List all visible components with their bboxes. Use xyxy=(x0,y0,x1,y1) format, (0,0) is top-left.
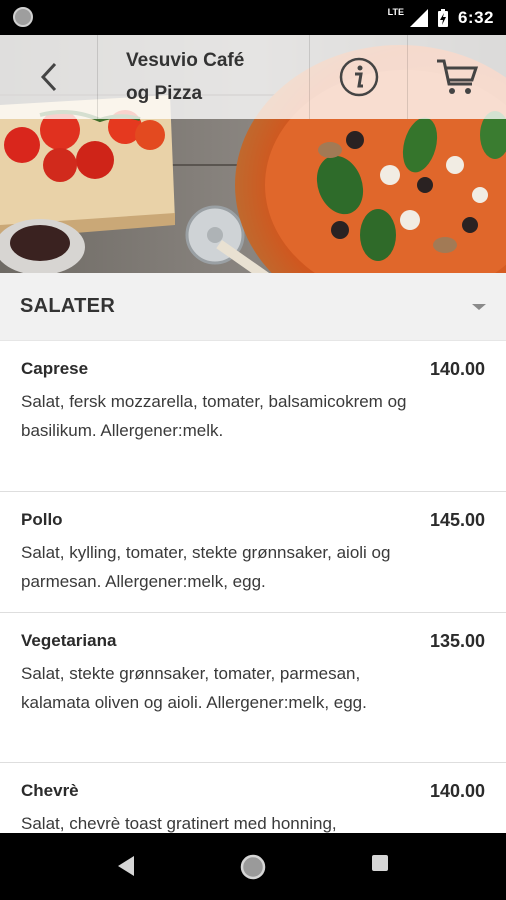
signal-icon xyxy=(409,8,428,27)
item-price: 145.00 xyxy=(429,510,485,530)
menu-item[interactable]: Vegetariana 135.00 Salat, stekte grønnsa… xyxy=(0,613,506,763)
menu-list: Caprese 140.00 Salat, fersk mozzarella, … xyxy=(0,341,506,833)
item-description: Salat, chevrè toast gratinert med honnin… xyxy=(21,814,337,833)
recents-square-icon[interactable] xyxy=(370,853,390,873)
item-price: 135.00 xyxy=(429,631,485,651)
chevron-left-icon xyxy=(40,62,56,92)
back-button[interactable] xyxy=(0,35,98,119)
item-price: 140.00 xyxy=(429,781,485,801)
status-icons: LTE 6:32 xyxy=(388,0,494,35)
cart-button[interactable] xyxy=(408,35,506,119)
item-description: Salat, stekte grønnsaker, tomater, parme… xyxy=(21,664,367,712)
clock: 6:32 xyxy=(457,7,494,27)
battery-icon xyxy=(437,8,448,27)
status-bar: LTE 6:32 xyxy=(0,0,506,35)
info-icon xyxy=(339,57,378,97)
item-name: Vegetariana xyxy=(21,631,117,650)
category-header[interactable]: SALATER xyxy=(0,273,506,341)
menu-item[interactable]: Chevrè 140.00 Salat, chevrè toast gratin… xyxy=(0,763,506,833)
cart-icon xyxy=(437,59,479,94)
menu-item[interactable]: Pollo 145.00 Salat, kylling, tomater, st… xyxy=(0,492,506,613)
menu-item[interactable]: Caprese 140.00 Salat, fersk mozzarella, … xyxy=(0,341,506,492)
app-bar: Vesuvio Café og Pizza xyxy=(0,35,506,119)
item-price: 140.00 xyxy=(429,359,485,379)
item-name: Chevrè xyxy=(21,781,79,800)
nav-bar xyxy=(0,833,506,900)
title-area: Vesuvio Café og Pizza xyxy=(98,35,310,119)
item-name: Caprese xyxy=(21,359,89,378)
item-description: Salat, kylling, tomater, stekte grønnsak… xyxy=(21,543,391,591)
network-label: LTE xyxy=(387,6,404,17)
item-name: Pollo xyxy=(21,510,63,529)
category-title: SALATER xyxy=(20,295,116,317)
home-circle-icon[interactable] xyxy=(239,853,267,881)
item-description: Salat, fersk mozzarella, tomater, balsam… xyxy=(21,392,407,440)
notification-icon xyxy=(13,7,33,27)
info-button[interactable] xyxy=(310,35,408,119)
restaurant-title: Vesuvio Café og Pizza xyxy=(126,50,245,104)
back-triangle-icon[interactable] xyxy=(116,853,136,879)
caret-down-icon xyxy=(472,304,486,310)
